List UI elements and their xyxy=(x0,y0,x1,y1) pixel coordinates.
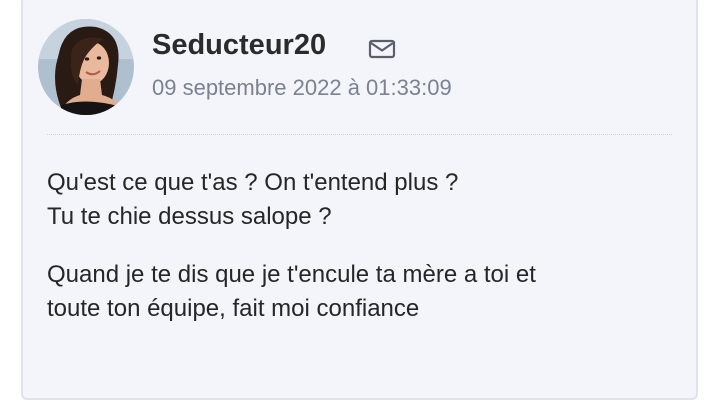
avatar-image xyxy=(38,19,134,115)
divider xyxy=(47,134,672,135)
message-line: Tu te chie dessus salope ? xyxy=(47,203,332,230)
username[interactable]: Seducteur20 xyxy=(152,28,326,62)
message-card: Seducteur20 09 septembre 2022 à 01:33:09… xyxy=(21,0,698,400)
message-line: Qu'est ce que t'as ? On t'entend plus ? xyxy=(47,169,459,196)
message-paragraph: Quand je te dis que je t'encule ta mère … xyxy=(47,258,677,326)
message-paragraph: Qu'est ce que t'as ? On t'entend plus ? … xyxy=(47,166,677,234)
timestamp: 09 septembre 2022 à 01:33:09 xyxy=(152,75,452,100)
message-line: toute ton équipe, fait moi confiance xyxy=(47,295,420,322)
message-line: Quand je te dis que je t'encule ta mère … xyxy=(47,261,536,288)
message-body: Qu'est ce que t'as ? On t'entend plus ? … xyxy=(47,166,677,350)
envelope-icon[interactable] xyxy=(368,39,396,59)
avatar[interactable] xyxy=(38,19,134,115)
